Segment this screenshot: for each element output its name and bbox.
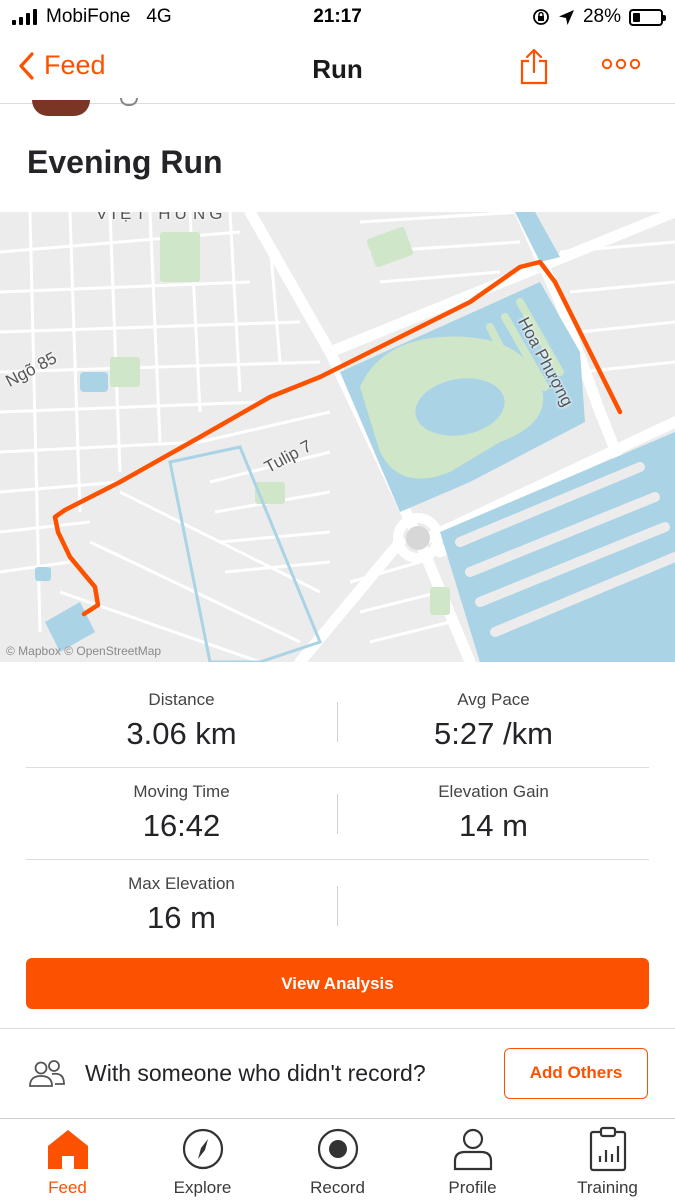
stat-label: Avg Pace (457, 690, 530, 709)
route-map[interactable]: VIỆT HƯNG Ngõ 85 Tulip 7 Hoa Phượng © Ma… (0, 212, 675, 662)
tab-feed[interactable]: Feed (0, 1119, 135, 1200)
share-button[interactable] (518, 48, 550, 91)
stat-distance: Distance 3.06 km (26, 690, 337, 752)
orientation-lock-icon (533, 9, 549, 25)
view-analysis-button[interactable]: View Analysis (26, 958, 649, 1009)
stat-label: Elevation Gain (438, 782, 549, 801)
record-icon (317, 1128, 359, 1170)
tab-profile[interactable]: Profile (405, 1119, 540, 1200)
share-icon (520, 48, 548, 85)
tab-label: Record (310, 1178, 365, 1197)
location-arrow-icon (558, 9, 574, 25)
more-options-button[interactable] (600, 56, 642, 77)
stat-label: Moving Time (133, 782, 230, 801)
stat-label: Max Elevation (128, 874, 235, 893)
stat-value: 16 m (147, 900, 216, 935)
stat-value: 14 m (459, 808, 528, 843)
tab-bar: Feed Explore Record Profile Training (0, 1118, 675, 1200)
nav-bar: Feed Run (0, 36, 675, 104)
map-label-district: VIỆT HƯNG (96, 212, 227, 223)
battery-percent: 28% (582, 6, 621, 27)
map-attribution[interactable]: © Mapbox © OpenStreetMap (6, 644, 161, 658)
compass-icon (182, 1128, 224, 1170)
tab-label: Training (577, 1178, 638, 1197)
athlete-avatar[interactable] (32, 100, 90, 116)
stat-value: 16:42 (142, 808, 221, 843)
tab-explore[interactable]: Explore (135, 1119, 270, 1200)
battery-icon (629, 8, 666, 26)
status-bar: MobiFone 4G 21:17 28% (0, 0, 675, 36)
stat-moving-time: Moving Time 16:42 (26, 782, 337, 844)
page-title: Run (312, 54, 363, 84)
home-icon (48, 1130, 88, 1169)
stat-value: 3.06 km (126, 716, 237, 751)
divider (337, 886, 338, 926)
tab-label: Profile (448, 1178, 497, 1197)
add-others-row: With someone who didn't record? Add Othe… (0, 1028, 675, 1118)
add-others-button[interactable]: Add Others (504, 1048, 648, 1099)
tab-record[interactable]: Record (270, 1119, 405, 1200)
stat-label: Distance (148, 690, 215, 709)
stats-grid: Distance 3.06 km Avg Pace 5:27 /km Movin… (26, 676, 649, 952)
more-dots-icon (601, 58, 641, 70)
stat-avg-pace: Avg Pace 5:27 /km (338, 690, 649, 752)
tab-label: Explore (173, 1178, 232, 1197)
stat-max-elevation: Max Elevation 16 m (26, 874, 337, 936)
device-icon (120, 98, 138, 106)
map-canvas (0, 212, 675, 662)
stat-value: 5:27 /km (434, 716, 553, 751)
with-someone-text: With someone who didn't record? (85, 1060, 426, 1086)
tab-label: Feed (48, 1178, 87, 1197)
person-icon (453, 1128, 493, 1171)
activity-title: Evening Run (27, 144, 223, 180)
stat-elevation-gain: Elevation Gain 14 m (338, 782, 649, 844)
people-icon (29, 1060, 65, 1087)
clipboard-chart-icon (589, 1126, 627, 1172)
tab-training[interactable]: Training (540, 1119, 675, 1200)
